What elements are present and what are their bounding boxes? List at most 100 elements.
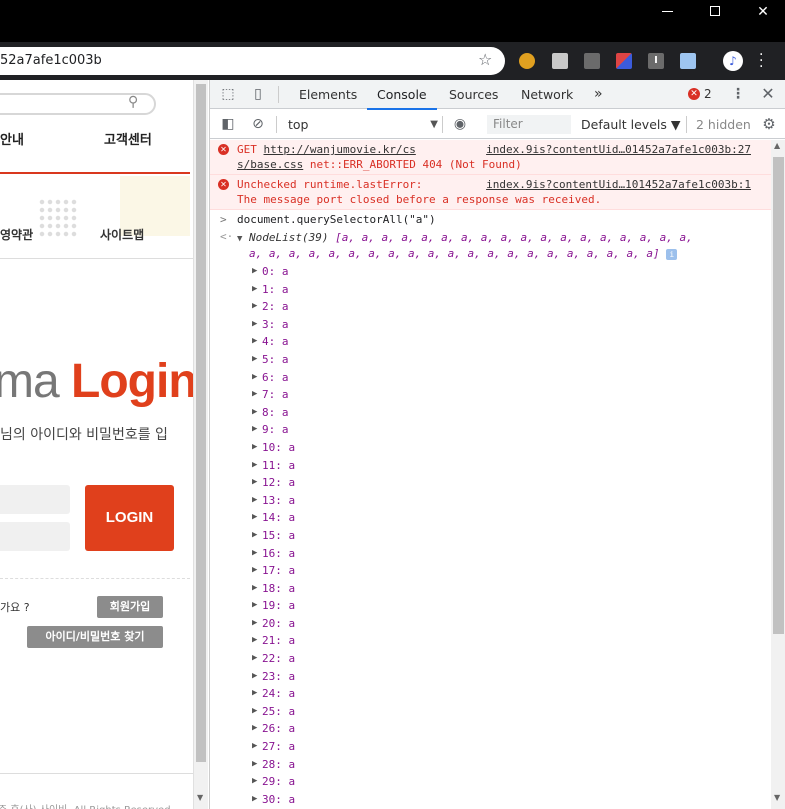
node-item[interactable]: ▶ 28: a — [210, 756, 771, 774]
expand-triangle-icon[interactable]: ▶ — [252, 369, 257, 387]
node-item[interactable]: ▶ 25: a — [210, 703, 771, 721]
expand-triangle-icon[interactable]: ▶ — [252, 457, 257, 475]
close-devtools-icon[interactable]: ✕ — [760, 86, 776, 102]
expand-triangle-icon[interactable]: ▶ — [252, 545, 257, 563]
console-scrollbar[interactable]: ▲ ▼ — [771, 140, 785, 809]
node-item[interactable]: ▶ 9: a — [210, 421, 771, 439]
node-item[interactable]: ▶ 18: a — [210, 580, 771, 598]
sidebar-icon[interactable]: ◧ — [220, 116, 236, 132]
node-item[interactable]: ▶ 27: a — [210, 738, 771, 756]
node-item[interactable]: ▶ 5: a — [210, 351, 771, 369]
star-icon[interactable]: ☆ — [478, 50, 492, 69]
error-source-link[interactable]: index.9is?contentUid…01452a7afe1c003b:27 — [486, 142, 751, 157]
info-icon[interactable]: i — [666, 248, 678, 260]
expand-triangle-icon[interactable]: ▶ — [252, 404, 257, 422]
node-item[interactable]: ▶ 8: a — [210, 404, 771, 422]
expand-triangle-icon[interactable]: ▶ — [252, 386, 257, 404]
expand-triangle-icon[interactable]: ▶ — [252, 439, 257, 457]
expand-triangle-icon[interactable]: ▶ — [252, 720, 257, 738]
printer-extension-icon[interactable] — [552, 53, 568, 69]
node-item[interactable]: ▶ 2: a — [210, 298, 771, 316]
node-item[interactable]: ▶ 3: a — [210, 316, 771, 334]
chrome-menu-icon[interactable]: · · · — [759, 48, 763, 74]
tab-sources[interactable]: Sources — [449, 80, 498, 109]
node-item[interactable]: ▶ 4: a — [210, 333, 771, 351]
info-extension-icon[interactable]: I — [648, 53, 664, 69]
node-item[interactable]: ▶ 7: a — [210, 386, 771, 404]
expand-triangle-icon[interactable]: ▶ — [252, 474, 257, 492]
node-item[interactable]: ▶ 6: a — [210, 369, 771, 387]
context-selector[interactable]: top ▼ — [288, 115, 438, 134]
expand-triangle-icon[interactable]: ▶ — [252, 351, 257, 369]
expand-triangle-icon[interactable]: ▶ — [252, 738, 257, 756]
node-item[interactable]: ▶ 14: a — [210, 509, 771, 527]
expand-triangle-icon[interactable]: ▼ — [237, 231, 242, 247]
scroll-down-icon[interactable]: ▼ — [197, 793, 203, 802]
minimize-button[interactable] — [644, 0, 690, 30]
node-item[interactable]: ▶ 17: a — [210, 562, 771, 580]
node-item[interactable]: ▶ 0: a — [210, 263, 771, 281]
expand-triangle-icon[interactable]: ▶ — [252, 685, 257, 703]
node-item[interactable]: ▶ 24: a — [210, 685, 771, 703]
expand-triangle-icon[interactable]: ▶ — [252, 492, 257, 510]
profile-avatar[interactable]: ♪ — [723, 51, 743, 71]
node-item[interactable]: ▶ 29: a — [210, 773, 771, 791]
expand-triangle-icon[interactable]: ▶ — [252, 615, 257, 633]
error-icon[interactable]: ✕ — [688, 88, 700, 100]
node-item[interactable]: ▶ 1: a — [210, 281, 771, 299]
node-item[interactable]: ▶ 26: a — [210, 720, 771, 738]
eye-icon[interactable]: ◉ — [452, 116, 468, 132]
search-icon[interactable]: ⚲ — [128, 94, 138, 110]
tab-network[interactable]: Network — [521, 80, 573, 109]
console-scroll-thumb[interactable] — [773, 157, 784, 634]
console-result[interactable]: <· ▼ NodeList(39) [a, a, a, a, a, a, a, … — [210, 229, 771, 263]
user-id-field[interactable] — [0, 485, 70, 514]
expand-triangle-icon[interactable]: ▶ — [252, 333, 257, 351]
node-item[interactable]: ▶ 13: a — [210, 492, 771, 510]
page-scroll-thumb[interactable] — [196, 84, 206, 762]
expand-triangle-icon[interactable]: ▶ — [252, 703, 257, 721]
login-button[interactable]: LOGIN — [85, 485, 174, 551]
error-source-link[interactable]: index.9is?contentUid…101452a7afe1c003b:1 — [486, 177, 751, 192]
node-item[interactable]: ▶ 22: a — [210, 650, 771, 668]
node-item[interactable]: ▶ 11: a — [210, 457, 771, 475]
more-tabs-icon[interactable]: » — [594, 80, 603, 109]
expand-triangle-icon[interactable]: ▶ — [252, 281, 257, 299]
join-button[interactable]: 회원가입 — [97, 596, 163, 618]
find-account-button[interactable]: 아이디/비밀번호 찾기 — [27, 626, 163, 648]
nav-customer-center[interactable]: 고객센터 — [104, 129, 152, 148]
expand-triangle-icon[interactable]: ▶ — [252, 527, 257, 545]
node-item[interactable]: ▶ 12: a — [210, 474, 771, 492]
hidden-count[interactable]: 2 hidden — [696, 115, 751, 134]
expand-triangle-icon[interactable]: ▶ — [252, 562, 257, 580]
scroll-up-icon[interactable]: ▲ — [774, 141, 780, 150]
sub-terms-link[interactable]: 영약관 — [0, 226, 33, 243]
maximize-button[interactable] — [692, 0, 738, 30]
tab-elements[interactable]: Elements — [299, 80, 357, 109]
node-item[interactable]: ▶ 10: a — [210, 439, 771, 457]
address-bar[interactable]: 52a7afe1c003b ☆ — [0, 47, 505, 75]
nav-guide[interactable]: 안내 — [0, 129, 24, 148]
window-extension-icon[interactable] — [680, 53, 696, 69]
inspect-icon[interactable]: ⬚ — [220, 86, 236, 102]
node-item[interactable]: ▶ 30: a — [210, 791, 771, 809]
expand-triangle-icon[interactable]: ▶ — [252, 632, 257, 650]
tab-console[interactable]: Console — [367, 80, 437, 110]
node-item[interactable]: ▶ 23: a — [210, 668, 771, 686]
node-item[interactable]: ▶ 20: a — [210, 615, 771, 633]
node-item[interactable]: ▶ 19: a — [210, 597, 771, 615]
close-window-button[interactable]: ✕ — [740, 0, 785, 30]
cookie-extension-icon[interactable] — [519, 53, 535, 69]
expand-triangle-icon[interactable]: ▶ — [252, 421, 257, 439]
expand-triangle-icon[interactable]: ▶ — [252, 756, 257, 774]
error-url-link-cont[interactable]: s/base.css — [237, 158, 303, 171]
expand-triangle-icon[interactable]: ▶ — [252, 668, 257, 686]
filter-input[interactable]: Filter — [487, 115, 571, 134]
expand-triangle-icon[interactable]: ▶ — [252, 597, 257, 615]
node-item[interactable]: ▶ 15: a — [210, 527, 771, 545]
password-field[interactable] — [0, 522, 70, 551]
expand-triangle-icon[interactable]: ▶ — [252, 263, 257, 281]
log-levels-dropdown[interactable]: Default levels ▼ — [581, 115, 680, 134]
flag-extension-icon[interactable] — [616, 53, 632, 69]
clear-icon[interactable]: ⊘ — [250, 116, 266, 132]
